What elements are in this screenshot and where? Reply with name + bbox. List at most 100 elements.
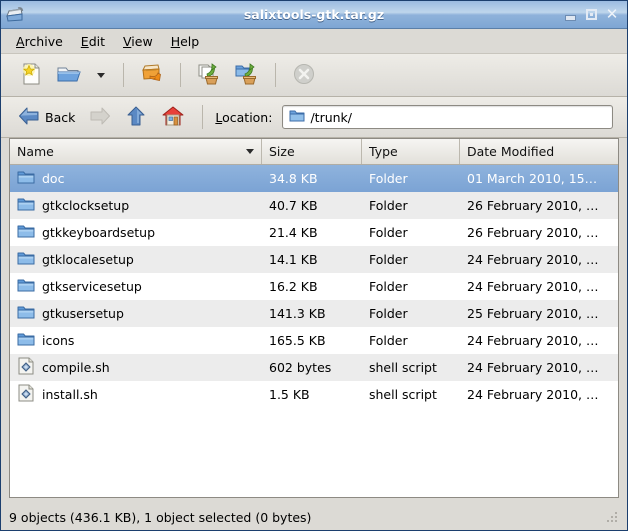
new-archive-button[interactable]	[13, 58, 49, 92]
resize-grip[interactable]	[605, 510, 619, 524]
table-row[interactable]: gtkkeyboardsetup 21.4 KB Folder 26 February…	[10, 219, 618, 246]
cell-date: 24 February 2010, …	[467, 333, 599, 348]
home-icon	[161, 105, 185, 130]
cell-size: 21.4 KB	[269, 225, 318, 240]
archive-manager-icon	[4, 4, 26, 26]
menu-view[interactable]: View	[114, 31, 162, 52]
chevron-down-icon	[97, 72, 105, 78]
cell-date: 26 February 2010, …	[467, 225, 599, 240]
column-header-name[interactable]: Name	[10, 139, 262, 164]
cell-type: Folder	[369, 306, 408, 321]
statusbar-text: 9 objects (436.1 KB), 1 object selected …	[9, 509, 312, 525]
menu-archive[interactable]: Archive	[7, 31, 72, 52]
menu-help-label: elp	[180, 33, 200, 49]
cell-size: 165.5 KB	[269, 333, 326, 348]
window-title: salixtools-gtk.tar.gz	[243, 7, 385, 22]
toolbar	[1, 54, 627, 97]
table-row[interactable]: icons 165.5 KB Folder 24 February 2010, …	[10, 327, 618, 354]
folder-icon	[289, 109, 305, 126]
cell-name: gtklocalesetup	[10, 251, 262, 269]
menu-edit-label: dit	[88, 33, 106, 49]
cell-name: install.sh	[10, 384, 262, 405]
table-row[interactable]: gtklocalesetup 14.1 KB Folder 24 February 2…	[10, 246, 618, 273]
home-button[interactable]	[156, 102, 190, 133]
column-header-type[interactable]: Type	[362, 139, 460, 164]
column-header-name-label: Name	[17, 144, 54, 159]
cell-name: gtkservicesetup	[10, 278, 262, 296]
cell-name: gtkkeyboardsetup	[10, 224, 262, 242]
close-button[interactable]: ✕	[605, 5, 619, 23]
file-list-header: Name Size Type Date Modified	[10, 139, 618, 165]
folder-icon	[17, 278, 35, 296]
cell-size: 40.7 KB	[269, 198, 318, 213]
cell-size: 16.2 KB	[269, 279, 318, 294]
table-row[interactable]: gtkservicesetup 16.2 KB Folder 24 February …	[10, 273, 618, 300]
add-folder-icon	[234, 61, 260, 90]
column-header-date[interactable]: Date Modified	[460, 139, 618, 164]
table-row[interactable]: compile.sh 602 bytes shell script 24 Februa…	[10, 354, 618, 381]
shell-script-icon	[17, 384, 35, 405]
cell-type: Folder	[369, 333, 408, 348]
cell-type: shell script	[369, 387, 437, 402]
column-header-size-label: Size	[269, 144, 295, 159]
add-folder-button[interactable]	[229, 58, 265, 92]
cell-date: 24 February 2010, …	[467, 360, 599, 375]
column-header-type-label: Type	[369, 144, 398, 159]
table-row[interactable]: gtkclocksetup 40.7 KB Folder 26 February 20…	[10, 192, 618, 219]
table-row[interactable]: install.sh 1.5 KB shell script 24 February …	[10, 381, 618, 408]
extract-button[interactable]	[134, 58, 170, 92]
forward-arrow-icon	[89, 106, 111, 129]
minimize-button[interactable]	[563, 8, 577, 22]
maximize-icon	[585, 9, 597, 20]
table-row[interactable]: gtkusersetup 141.3 KB Folder 25 February 20…	[10, 300, 618, 327]
up-button[interactable]	[120, 102, 152, 133]
forward-button	[84, 103, 116, 132]
file-name: gtkclocksetup	[42, 198, 130, 213]
cell-size: 14.1 KB	[269, 252, 318, 267]
cell-type: Folder	[369, 171, 408, 186]
column-header-size[interactable]: Size	[262, 139, 362, 164]
location-input[interactable]: /trunk/	[282, 105, 613, 129]
back-button[interactable]: Back	[13, 103, 80, 132]
cell-date: 25 February 2010, …	[467, 306, 599, 321]
add-files-button[interactable]	[191, 58, 227, 92]
titlebar[interactable]: salixtools-gtk.tar.gz ✕	[1, 1, 627, 29]
cell-name: gtkusersetup	[10, 305, 262, 323]
file-name: gtkusersetup	[42, 306, 124, 321]
menu-edit[interactable]: Edit	[72, 31, 114, 52]
close-icon: ✕	[605, 5, 619, 23]
open-folder-icon	[56, 61, 82, 90]
table-row[interactable]: doc 34.8 KB Folder 01 March 2010, 15…	[10, 165, 618, 192]
file-name: gtkkeyboardsetup	[42, 225, 156, 240]
file-name: gtklocalesetup	[42, 252, 134, 267]
window-controls: ✕	[563, 5, 623, 23]
cell-date: 01 March 2010, 15…	[467, 171, 598, 186]
location-toolbar: Back Location: /trunk/	[1, 97, 627, 138]
file-name: gtkservicesetup	[42, 279, 142, 294]
cell-date: 26 February 2010, …	[467, 198, 599, 213]
open-archive-dropdown[interactable]	[89, 58, 113, 92]
menu-help[interactable]: Help	[162, 31, 209, 52]
back-button-label: Back	[45, 109, 76, 125]
add-files-icon	[196, 61, 222, 90]
stop-icon	[292, 62, 316, 89]
cell-type: Folder	[369, 225, 408, 240]
cell-date: 24 February 2010, …	[467, 252, 599, 267]
statusbar: 9 objects (436.1 KB), 1 object selected …	[1, 504, 627, 530]
cell-type: Folder	[369, 279, 408, 294]
location-separator	[202, 105, 204, 129]
menu-view-label: iew	[131, 33, 153, 49]
minimize-icon	[564, 14, 576, 21]
sort-descending-icon	[246, 149, 254, 154]
back-arrow-icon	[18, 106, 40, 129]
menu-archive-label: rchive	[24, 33, 63, 49]
file-list-rows: doc 34.8 KB Folder 01 March 2010, 15… gtkclo…	[10, 165, 618, 497]
file-name: install.sh	[42, 387, 98, 402]
extract-archive-icon	[139, 61, 165, 90]
cell-name: icons	[10, 332, 262, 350]
cell-size: 34.8 KB	[269, 171, 318, 186]
open-archive-button[interactable]	[51, 58, 87, 92]
folder-icon	[17, 332, 35, 350]
cell-type: Folder	[369, 198, 408, 213]
maximize-button[interactable]	[584, 8, 598, 22]
